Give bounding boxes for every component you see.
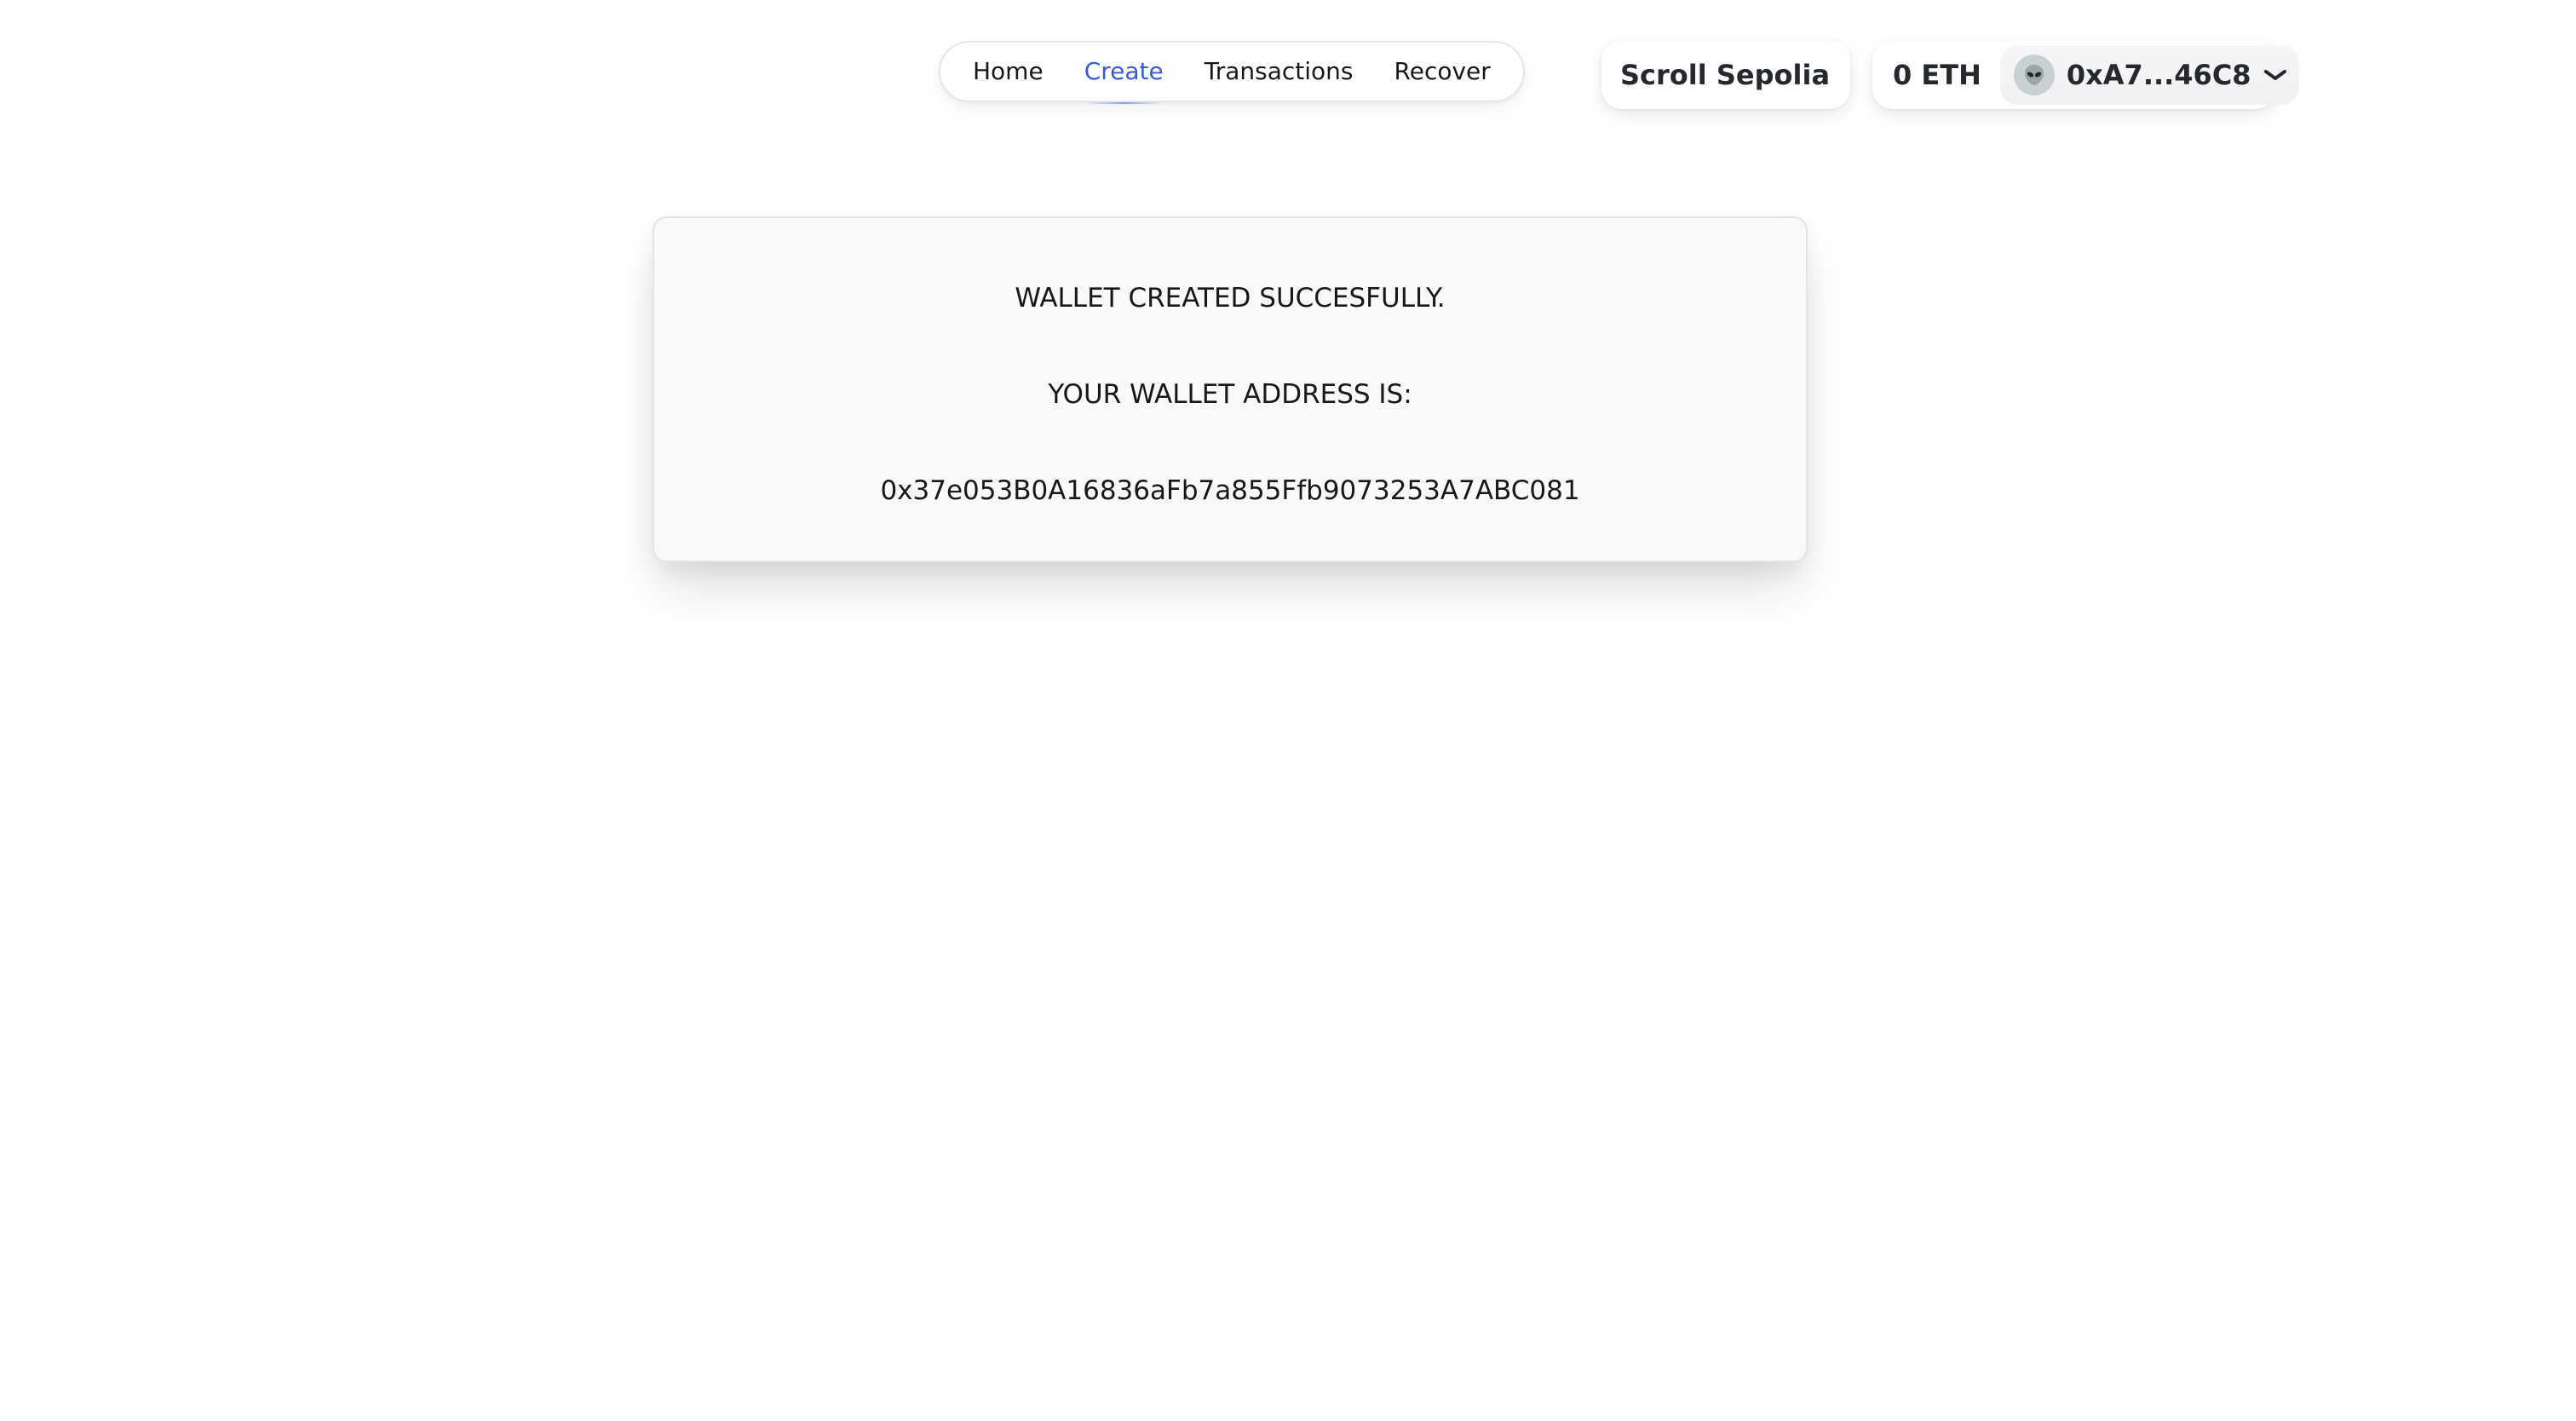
account-address-chip[interactable]: 0xA7...46C8	[1999, 45, 2299, 105]
nav-home-link[interactable]: Home	[973, 41, 1044, 102]
account-short-address: 0xA7...46C8	[2066, 59, 2251, 91]
wallet-created-card: WALLET CREATED SUCCESFULLY. YOUR WALLET …	[653, 216, 1808, 562]
avatar	[2013, 55, 2055, 95]
eth-balance: 0 ETH	[1893, 59, 1981, 91]
success-message: WALLET CREATED SUCCESFULLY.	[1015, 283, 1446, 314]
nav-transactions-link[interactable]: Transactions	[1205, 41, 1354, 102]
wallet-address-value: 0x37e053B0A16836aFb7a855Ffb9073253A7ABC0…	[880, 475, 1580, 506]
network-name: Scroll Sepolia	[1620, 59, 1831, 91]
chevron-down-icon	[2263, 70, 2286, 80]
alien-emoji-icon	[2024, 65, 2044, 85]
nav-create-link[interactable]: Create	[1084, 41, 1164, 104]
main-nav: Home Create Transactions Recover	[939, 41, 1525, 104]
account-button[interactable]: 0 ETH 0xA7...46C8	[1872, 41, 2299, 109]
wallet-address-label: YOUR WALLET ADDRESS IS:	[1048, 379, 1412, 410]
network-selector-button[interactable]: Scroll Sepolia	[1601, 41, 1850, 109]
nav-recover-link[interactable]: Recover	[1394, 41, 1491, 102]
